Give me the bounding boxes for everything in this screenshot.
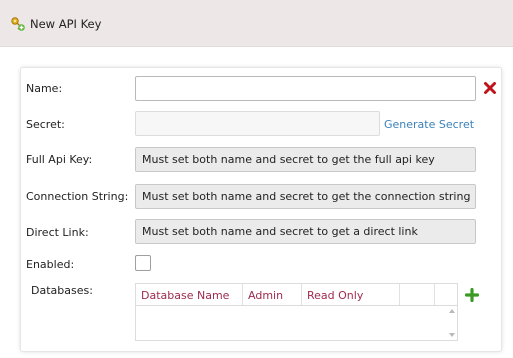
remove-icon[interactable] [483, 81, 497, 95]
databases-table-header: Database Name Admin Read Only [136, 284, 457, 306]
full-api-key-label: Full Api Key: [26, 153, 93, 166]
name-input[interactable] [135, 76, 476, 101]
dialog-header: New API Key [0, 0, 513, 47]
add-database-icon[interactable] [465, 288, 479, 302]
column-header-blank [400, 284, 435, 305]
generate-secret-link[interactable]: Generate Secret [384, 118, 474, 131]
scroll-down-icon[interactable] [449, 333, 455, 337]
column-header-database-name[interactable]: Database Name [136, 284, 243, 305]
direct-link-label: Direct Link: [26, 226, 89, 239]
databases-table: Database Name Admin Read Only [135, 283, 458, 341]
direct-link-field[interactable]: Must set both name and secret to get a d… [135, 219, 476, 244]
key-add-icon [11, 17, 25, 31]
table-scrollbar[interactable] [447, 306, 457, 340]
connection-string-label: Connection String: [26, 190, 129, 203]
enabled-checkbox[interactable] [135, 255, 151, 271]
column-header-actions [435, 284, 457, 305]
dialog-title: New API Key [30, 17, 102, 31]
column-header-read-only[interactable]: Read Only [302, 284, 400, 305]
scroll-up-icon[interactable] [449, 309, 455, 313]
full-api-key-field[interactable]: Must set both name and secret to get the… [135, 147, 476, 172]
enabled-label: Enabled: [26, 258, 75, 271]
name-label: Name: [26, 82, 63, 95]
secret-label: Secret: [26, 118, 65, 131]
secret-input[interactable] [135, 111, 380, 136]
databases-label: Databases: [31, 284, 93, 297]
column-header-admin[interactable]: Admin [243, 284, 302, 305]
connection-string-field[interactable]: Must set both name and secret to get the… [135, 184, 476, 209]
